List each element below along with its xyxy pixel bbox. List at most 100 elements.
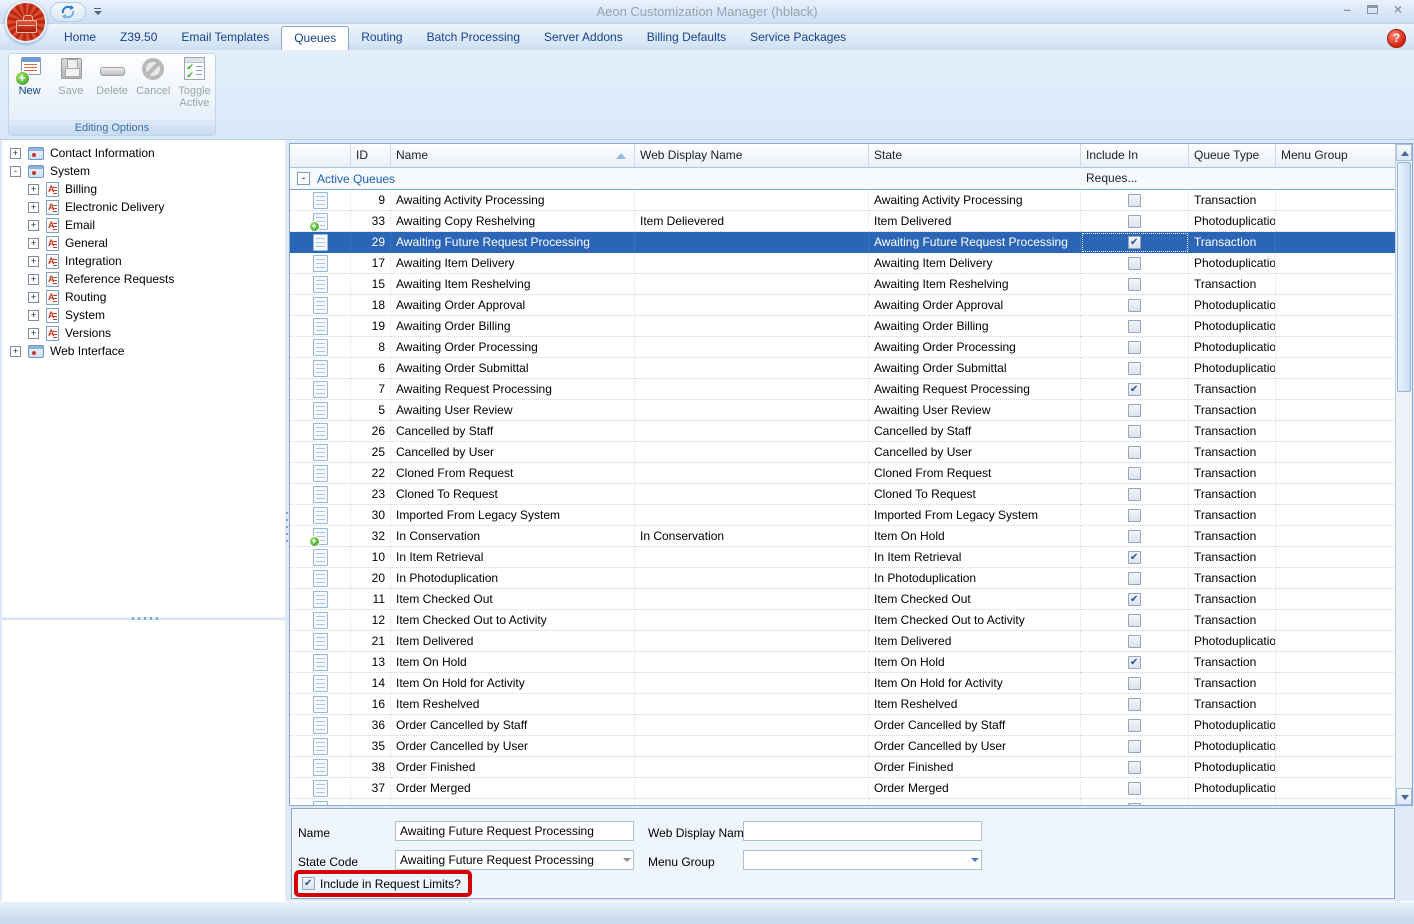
include-in-request-checkbox[interactable] bbox=[1128, 194, 1141, 207]
queue-row-awaiting-future-request-processing[interactable]: 29Awaiting Future Request ProcessingAwai… bbox=[290, 232, 1396, 253]
queue-row-order-finished[interactable]: 38Order FinishedOrder FinishedPhotodupli… bbox=[290, 757, 1396, 778]
expand-icon[interactable]: + bbox=[28, 220, 39, 231]
include-in-request-checkbox[interactable] bbox=[1128, 341, 1141, 354]
queue-row-awaiting-order-processing[interactable]: 8Awaiting Order ProcessingAwaiting Order… bbox=[290, 337, 1396, 358]
queue-row-partial[interactable] bbox=[290, 799, 1396, 805]
horizontal-splitter[interactable] bbox=[2, 617, 285, 620]
column-header-indicator[interactable] bbox=[290, 144, 351, 168]
queue-row-item-reshelved[interactable]: 16Item ReshelvedItem ReshelvedTransactio… bbox=[290, 694, 1396, 715]
include-in-request-checkbox[interactable] bbox=[1128, 635, 1141, 648]
queue-row-in-item-retrieval[interactable]: 10In Item RetrievalIn Item RetrievalTran… bbox=[290, 547, 1396, 568]
tree-item-web-interface[interactable]: +Web Interface bbox=[2, 342, 285, 360]
include-in-request-checkbox[interactable] bbox=[1128, 236, 1141, 249]
grid-vertical-scrollbar[interactable] bbox=[1395, 144, 1412, 805]
queue-row-awaiting-activity-processing[interactable]: 9Awaiting Activity ProcessingAwaiting Ac… bbox=[290, 190, 1396, 211]
tree-item-system[interactable]: +System bbox=[2, 306, 285, 324]
quick-access-toolbar[interactable] bbox=[50, 2, 86, 22]
collapse-group-icon[interactable]: - bbox=[297, 172, 310, 185]
column-header-name[interactable]: Name bbox=[391, 144, 635, 168]
column-header-web-display-name[interactable]: Web Display Name bbox=[635, 144, 869, 168]
name-field[interactable]: Awaiting Future Request Processing bbox=[395, 821, 634, 841]
tab-queues[interactable]: Queues bbox=[281, 26, 349, 50]
queue-row-cancelled-by-user[interactable]: 25Cancelled by UserCancelled by UserTran… bbox=[290, 442, 1396, 463]
close-icon[interactable]: × bbox=[1394, 4, 1402, 15]
queue-row-item-on-hold-for-activity[interactable]: 14Item On Hold for ActivityItem On Hold … bbox=[290, 673, 1396, 694]
tree-item-general[interactable]: +General bbox=[2, 234, 285, 252]
expand-icon[interactable]: + bbox=[28, 238, 39, 249]
chevron-down-icon[interactable] bbox=[971, 858, 979, 862]
tab-routing[interactable]: Routing bbox=[349, 27, 414, 49]
toggle-active-button[interactable]: Toggle Active bbox=[174, 56, 215, 121]
include-in-request-checkbox[interactable] bbox=[1128, 803, 1141, 806]
column-header-id[interactable]: ID bbox=[351, 144, 391, 168]
queue-row-awaiting-item-delivery[interactable]: 17Awaiting Item DeliveryAwaiting Item De… bbox=[290, 253, 1396, 274]
expand-icon[interactable]: + bbox=[28, 274, 39, 285]
tree-item-reference-requests[interactable]: +Reference Requests bbox=[2, 270, 285, 288]
tab-server-addons[interactable]: Server Addons bbox=[532, 27, 635, 49]
queue-row-cancelled-by-staff[interactable]: 26Cancelled by StaffCancelled by StaffTr… bbox=[290, 421, 1396, 442]
state-code-combobox[interactable]: Awaiting Future Request Processing bbox=[395, 850, 634, 870]
tree-item-email[interactable]: +Email bbox=[2, 216, 285, 234]
queue-row-item-on-hold[interactable]: 13Item On HoldItem On HoldTransaction bbox=[290, 652, 1396, 673]
tab-service-packages[interactable]: Service Packages bbox=[738, 27, 858, 49]
queue-row-item-checked-out[interactable]: 11Item Checked OutItem Checked OutTransa… bbox=[290, 589, 1396, 610]
column-header-include-in-reques[interactable]: Include In Reques... bbox=[1081, 144, 1189, 168]
include-in-request-limits-checkbox[interactable] bbox=[302, 877, 315, 890]
cancel-button[interactable]: Cancel bbox=[133, 56, 174, 121]
tree-item-integration[interactable]: +Integration bbox=[2, 252, 285, 270]
include-in-request-checkbox[interactable] bbox=[1128, 278, 1141, 291]
include-in-request-checkbox[interactable] bbox=[1128, 740, 1141, 753]
tree-item-billing[interactable]: +Billing bbox=[2, 180, 285, 198]
expand-icon[interactable]: + bbox=[28, 328, 39, 339]
delete-button[interactable]: Delete bbox=[91, 56, 132, 121]
tree-item-routing[interactable]: +Routing bbox=[2, 288, 285, 306]
include-in-request-checkbox[interactable] bbox=[1128, 404, 1141, 417]
include-in-request-checkbox[interactable] bbox=[1128, 530, 1141, 543]
application-menu-button[interactable] bbox=[5, 1, 47, 43]
chevron-down-icon[interactable] bbox=[623, 858, 631, 862]
include-in-request-checkbox[interactable] bbox=[1128, 383, 1141, 396]
queue-row-awaiting-order-billing[interactable]: 19Awaiting Order BillingAwaiting Order B… bbox=[290, 316, 1396, 337]
queue-row-awaiting-user-review[interactable]: 5Awaiting User ReviewAwaiting User Revie… bbox=[290, 400, 1396, 421]
queue-row-awaiting-request-processing[interactable]: 7Awaiting Request ProcessingAwaiting Req… bbox=[290, 379, 1396, 400]
include-in-request-checkbox[interactable] bbox=[1128, 215, 1141, 228]
save-button[interactable]: Save bbox=[50, 56, 91, 121]
include-in-request-checkbox[interactable] bbox=[1128, 446, 1141, 459]
expand-icon[interactable]: + bbox=[28, 292, 39, 303]
include-in-request-checkbox[interactable] bbox=[1128, 257, 1141, 270]
expand-icon[interactable]: + bbox=[10, 148, 21, 159]
queue-row-cloned-from-request[interactable]: 22Cloned From RequestCloned From Request… bbox=[290, 463, 1396, 484]
expand-icon[interactable]: + bbox=[28, 256, 39, 267]
tab-billing-defaults[interactable]: Billing Defaults bbox=[635, 27, 738, 49]
expand-icon[interactable]: + bbox=[28, 184, 39, 195]
include-in-request-checkbox[interactable] bbox=[1128, 677, 1141, 690]
queue-row-order-merged[interactable]: 37Order MergedOrder MergedPhotoduplicati… bbox=[290, 778, 1396, 799]
include-in-request-checkbox[interactable] bbox=[1128, 656, 1141, 669]
tab-batch-processing[interactable]: Batch Processing bbox=[415, 27, 532, 49]
column-header-menu-group[interactable]: Menu Group bbox=[1276, 144, 1396, 168]
include-in-request-checkbox[interactable] bbox=[1128, 572, 1141, 585]
queue-row-awaiting-order-submittal[interactable]: 6Awaiting Order SubmittalAwaiting Order … bbox=[290, 358, 1396, 379]
tree-item-versions[interactable]: +Versions bbox=[2, 324, 285, 342]
include-in-request-checkbox[interactable] bbox=[1128, 719, 1141, 732]
queue-row-awaiting-item-reshelving[interactable]: 15Awaiting Item ReshelvingAwaiting Item … bbox=[290, 274, 1396, 295]
collapse-icon[interactable]: - bbox=[10, 166, 21, 177]
queue-row-awaiting-copy-reshelving[interactable]: +33Awaiting Copy ReshelvingItem Deliever… bbox=[290, 211, 1396, 232]
expand-icon[interactable]: + bbox=[10, 346, 21, 357]
queue-row-item-checked-out-to-activity[interactable]: 12Item Checked Out to ActivityItem Check… bbox=[290, 610, 1396, 631]
include-in-request-checkbox[interactable] bbox=[1128, 761, 1141, 774]
include-in-request-checkbox[interactable] bbox=[1128, 467, 1141, 480]
queue-row-order-cancelled-by-user[interactable]: 35Order Cancelled by UserOrder Cancelled… bbox=[290, 736, 1396, 757]
tree-item-contact-information[interactable]: +Contact Information bbox=[2, 144, 285, 162]
queue-row-in-photoduplication[interactable]: 20In PhotoduplicationIn Photoduplication… bbox=[290, 568, 1396, 589]
scrollbar-thumb[interactable] bbox=[1397, 162, 1411, 392]
include-in-request-checkbox[interactable] bbox=[1128, 509, 1141, 522]
scroll-down-icon[interactable] bbox=[1396, 788, 1412, 805]
column-header-queue-type[interactable]: Queue Type bbox=[1189, 144, 1276, 168]
menu-group-combobox[interactable] bbox=[743, 850, 982, 870]
include-in-request-checkbox[interactable] bbox=[1128, 782, 1141, 795]
maximize-icon[interactable] bbox=[1367, 5, 1378, 14]
tree-item-system[interactable]: -System bbox=[2, 162, 285, 180]
queue-row-imported-from-legacy-system[interactable]: 30Imported From Legacy SystemImported Fr… bbox=[290, 505, 1396, 526]
include-in-request-checkbox[interactable] bbox=[1128, 698, 1141, 711]
